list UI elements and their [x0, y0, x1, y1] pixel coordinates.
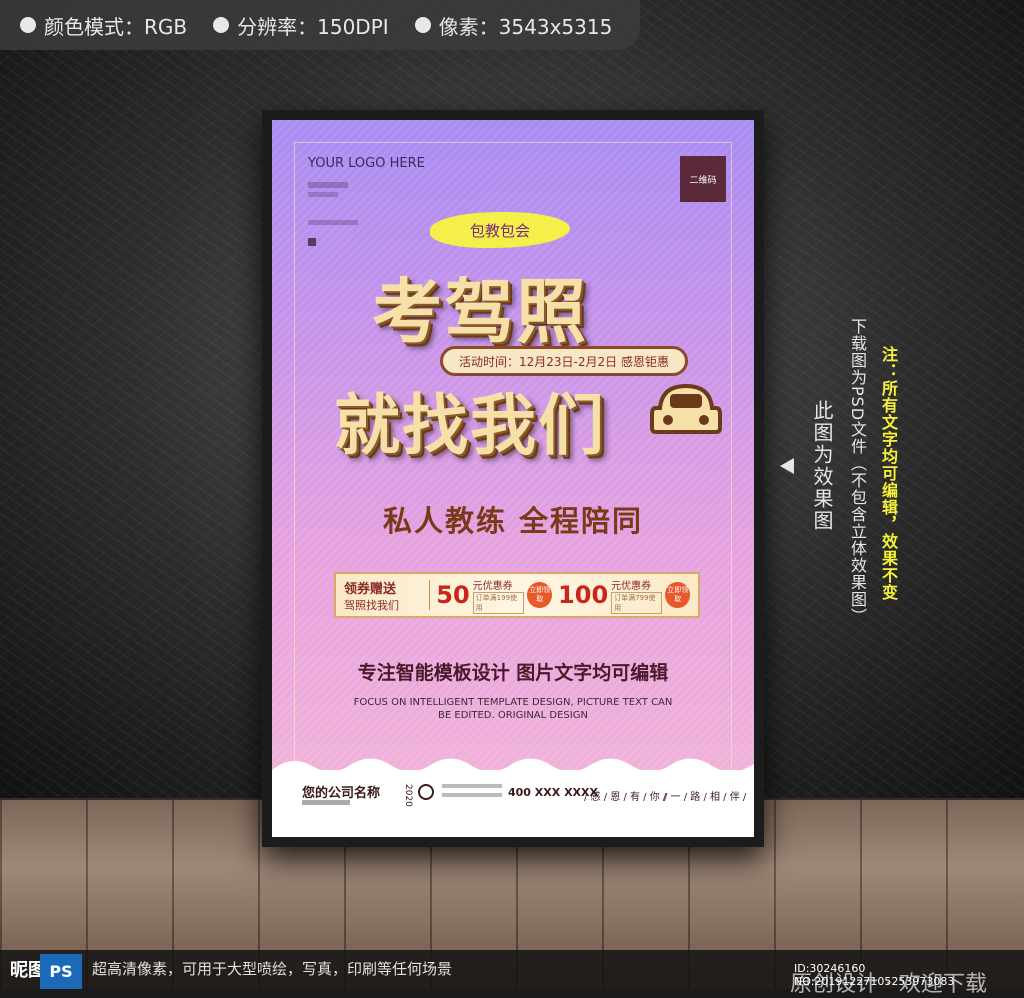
- bullet-icon: [20, 17, 36, 33]
- divider: [429, 580, 431, 610]
- edit-note: 注：所有文字均可编辑，效果不变: [879, 346, 898, 601]
- photoshop-icon: PS: [40, 954, 82, 989]
- company-name: 您的公司名称: [302, 786, 381, 801]
- qr-code-placeholder: 二维码: [680, 156, 726, 202]
- slogan-1: / 感 / 恩 / 有 / 你 /: [584, 792, 667, 803]
- logo-placeholder: YOUR LOGO HERE: [308, 156, 425, 171]
- bullet-icon: [414, 17, 431, 33]
- bottom-description: 超高清像素，可用于大型喷绘，写真，印刷等任何场景: [92, 960, 453, 978]
- title-line-2: 就找我们: [334, 387, 606, 464]
- focus-headline: 专注智能模板设计 图片文字均可编辑: [357, 662, 669, 684]
- subtitle: 私人教练 全程陪同: [382, 504, 644, 538]
- coupon-intro-line-2: 驾照找我们: [344, 598, 399, 612]
- coupon-100: 100 元优惠券 订单满799使用 立即领取: [558, 577, 690, 614]
- arrow-left-icon: [780, 458, 794, 474]
- coupon-amount: 50: [436, 581, 470, 609]
- coupon-condition: 订单满199使用: [472, 591, 525, 614]
- coupon-info: 元优惠券 订单满199使用: [472, 577, 525, 614]
- spec-label: 像素：3543x5315: [438, 14, 613, 39]
- bullet-icon: [213, 17, 230, 33]
- spec-bar: 颜色模式：RGB 分辨率：150DPI 像素：3543x5315: [0, 0, 640, 50]
- poster-frame: YOUR LOGO HERE 二维码 包教包会 考驾照 活动时间：12月23日-…: [262, 110, 764, 847]
- focus-english-line-1: FOCUS ON INTELLIGENT TEMPLATE DESIGN, PI…: [353, 697, 673, 708]
- title-line-1: 考驾照: [372, 271, 588, 353]
- coupon-amount: 100: [558, 581, 609, 609]
- coupon-50: 50 元优惠券 订单满199使用 立即领取: [436, 577, 553, 614]
- deco-line: [308, 192, 338, 197]
- deco-line: [308, 220, 358, 225]
- company-english-placeholder: [302, 800, 350, 805]
- coupon-bar: 领券赠送 驾照找我们 50 元优惠券 订单满199使用 立即领取 100 元优惠…: [334, 572, 700, 618]
- year-label: 2020: [403, 784, 413, 807]
- claim-button[interactable]: 立即领取: [527, 582, 553, 608]
- badge-text: 包教包会: [469, 221, 530, 240]
- image-id: ID:30246160 NO:20191227105253973083: [794, 962, 955, 988]
- focus-english-line-2: BE EDITED. ORIGINAL DESIGN: [438, 710, 588, 721]
- deco-square: [308, 238, 316, 246]
- spec-color-mode: 颜色模式：RGB: [20, 11, 187, 40]
- coupon-condition: 订单满799使用: [611, 591, 663, 614]
- coupon-intro: 领券赠送 驾照找我们: [344, 578, 423, 613]
- coupon-intro-line-1: 领券赠送: [344, 581, 397, 597]
- service-text-placeholder: [442, 784, 502, 788]
- focus-english: FOCUS ON INTELLIGENT TEMPLATE DESIGN, PI…: [272, 696, 754, 722]
- slogan-2: / 一 / 路 / 相 / 伴 /: [664, 792, 747, 803]
- effect-note: 此图为效果图: [810, 400, 834, 532]
- car-icon: [650, 383, 722, 434]
- spec-label: 分辨率：150DPI: [237, 14, 389, 39]
- spec-resolution: 分辨率：150DPI: [213, 11, 389, 40]
- poster: YOUR LOGO HERE 二维码 包教包会 考驾照 活动时间：12月23日-…: [272, 120, 754, 837]
- claim-button[interactable]: 立即领取: [665, 582, 690, 608]
- coupon-title: 元优惠券: [472, 580, 513, 592]
- spec-pixels: 像素：3543x5315: [414, 11, 613, 40]
- deco-line: [308, 182, 348, 188]
- phone-icon: [418, 784, 434, 800]
- coupon-title: 元优惠券: [611, 580, 652, 592]
- coupon-info: 元优惠券 订单满799使用: [611, 577, 663, 614]
- service-text-placeholder: [442, 793, 502, 797]
- spec-label: 颜色模式：RGB: [44, 14, 188, 39]
- download-note: 下载图为PSD文件（不包含立体效果图）: [848, 318, 867, 626]
